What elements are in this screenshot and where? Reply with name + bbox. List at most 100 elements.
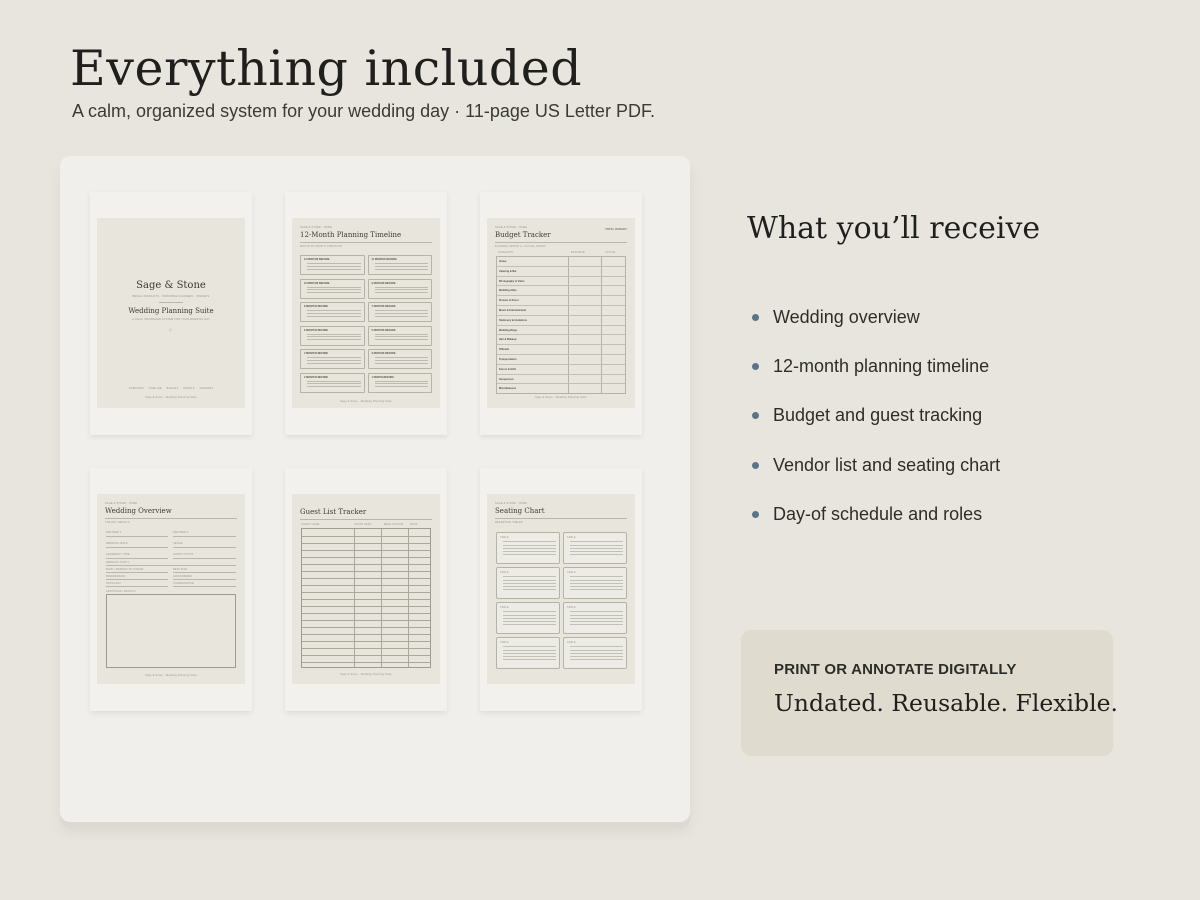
- budget-footer: Sage & Stone · Wedding Planning Suite: [535, 396, 587, 399]
- timeline-month-box: 9 MONTHS BEFORE: [367, 278, 432, 299]
- receive-list-item: 12-month planning timeline: [752, 342, 1000, 391]
- cover-description: A CALM, ORGANIZED SYSTEM FOR YOUR WEDDIN…: [132, 318, 210, 321]
- seating-table-label: TABLE: [567, 605, 576, 609]
- print-callout: PRINT OR ANNOTATE DIGITALLY Undated. Reu…: [741, 630, 1118, 756]
- guest-row-line: [302, 557, 430, 558]
- bullet-icon: [752, 510, 759, 518]
- receive-item-label: Day-of schedule and roles: [773, 503, 983, 524]
- leaf-icon: ◇: [169, 327, 173, 332]
- budget-row: Catering & Bar: [497, 267, 625, 277]
- receive-item-label: Vendor list and seating chart: [773, 454, 1001, 475]
- preview-guest-list-page: Guest List Tracker GUEST NAME INVITE SEN…: [285, 468, 447, 711]
- guest-list-sheet: Guest List Tracker GUEST NAME INVITE SEN…: [292, 494, 440, 684]
- timeline-month-label: 9 MONTHS BEFORE: [371, 281, 396, 285]
- guest-column-header: GUEST NAME: [301, 523, 320, 526]
- seating-grid: TABLE TABLE TABLE TABLE TABLE TABLE TABL…: [496, 532, 627, 669]
- overview-field-label: WEDDING DATE: [106, 542, 128, 545]
- timeline-sheet: SAGE & STONE · HOME 12-Month Planning Ti…: [292, 218, 440, 408]
- budget-row: Honeymoon: [497, 375, 625, 385]
- timeline-divider: [300, 242, 432, 243]
- receive-item-label: Wedding overview: [773, 307, 920, 328]
- seating-table-label: TABLE: [500, 535, 509, 539]
- budget-row: Hair & Makeup: [497, 335, 625, 346]
- budget-column-estimate: ESTIMATE: [571, 251, 585, 254]
- seating-table-box: TABLE: [563, 602, 627, 634]
- preview-overview-page: SAGE & STONE · HOME Wedding Overview THE…: [90, 468, 252, 711]
- timeline-footer: Sage & Stone · Wedding Planning Suite: [340, 400, 392, 403]
- budget-row: Music & Entertainment: [497, 306, 625, 316]
- guest-column-header: INVITE SENT: [354, 523, 372, 526]
- timeline-month-label: 3 MONTHS BEFORE: [371, 352, 396, 355]
- cover-tagline: BRIDAL PRODUCTS · PRINTABLE PLANNERS · P…: [132, 295, 210, 298]
- budget-row: Venue: [497, 257, 625, 267]
- timeline-month-box: 2 MONTHS BEFORE: [300, 372, 365, 393]
- timeline-month-label: 1 MONTH BEFORE: [371, 375, 394, 379]
- timeline-month-box: 3 MONTHS BEFORE: [367, 349, 432, 369]
- seating-table-box: TABLE: [496, 602, 560, 634]
- budget-row: Photography & Video: [497, 277, 625, 287]
- seating-table-label: TABLE: [567, 640, 576, 644]
- guest-row-line: [302, 592, 430, 593]
- cover-divider: [159, 302, 183, 303]
- overview-field-label: BEST MAN: [173, 568, 188, 571]
- overview-field-label: MAID / MATRON OF HONOR: [106, 568, 144, 571]
- overview-sheet: SAGE & STONE · HOME Wedding Overview THE…: [97, 494, 245, 684]
- preview-panel: Sage & Stone BRIDAL PRODUCTS · PRINTABLE…: [60, 156, 690, 822]
- seating-title: Seating Chart: [495, 507, 545, 515]
- cover-footer: Sage & Stone · Wedding Planning Suite: [145, 396, 197, 399]
- guest-list-table: [301, 528, 431, 668]
- overview-notes-label: ADDITIONAL DETAILS: [106, 590, 136, 593]
- overview-field-label: GUEST COUNT: [173, 553, 194, 556]
- overview-title: Wedding Overview: [105, 507, 172, 515]
- bullet-icon: [752, 412, 759, 420]
- receive-list: Wedding overview 12-month planning timel…: [752, 293, 1000, 539]
- budget-row: Wedding Rings: [497, 326, 625, 336]
- timeline-month-box: 1 MONTH BEFORE: [367, 372, 432, 393]
- timeline-month-box: 12 MONTHS BEFORE: [300, 255, 365, 275]
- overview-notes-box: [106, 594, 236, 668]
- bullet-icon: [752, 461, 759, 469]
- budget-row: Favors & Gifts: [497, 365, 625, 375]
- budget-subtitle: PLANNED SPEND vs. ACTUAL SPEND: [495, 245, 546, 248]
- guest-row-line: [302, 550, 430, 551]
- seating-table-box: TABLE: [563, 567, 627, 599]
- receive-list-item: Wedding overview: [752, 293, 1000, 342]
- guest-column-header: RSVP: [410, 523, 418, 526]
- seating-table-box: TABLE: [563, 532, 627, 564]
- preview-cover-page: Sage & Stone BRIDAL PRODUCTS · PRINTABLE…: [90, 192, 252, 435]
- bullet-icon: [752, 314, 759, 322]
- budget-column-actual: ACTUAL: [605, 251, 617, 254]
- timeline-subtitle: MONTH-BY-MONTH CHECKLIST: [300, 245, 343, 248]
- overview-divider: [105, 518, 237, 519]
- preview-seating-page: SAGE & STONE · HOME Seating Chart RECEPT…: [480, 468, 642, 711]
- timeline-grid: 12 MONTHS BEFORE 11 MONTHS BEFORE 10 MON…: [300, 255, 432, 393]
- timeline-month-box: 4 MONTHS BEFORE: [300, 349, 365, 369]
- receive-item-label: 12-month planning timeline: [773, 356, 990, 377]
- budget-row: Flowers & Decor: [497, 296, 625, 306]
- guest-row-line: [302, 662, 430, 663]
- guest-list-footer: Sage & Stone · Wedding Planning Suite: [340, 673, 392, 676]
- seating-table-label: TABLE: [500, 605, 509, 609]
- budget-column-category: CATEGORY: [498, 251, 514, 254]
- preview-timeline-page: SAGE & STONE · HOME 12-Month Planning Ti…: [285, 192, 447, 435]
- seating-table-box: TABLE: [496, 567, 560, 599]
- budget-total-label: TOTAL BUDGET: [605, 228, 627, 231]
- overview-field-label: PARTNER 2: [173, 531, 189, 534]
- budget-brand: SAGE & STONE · HOME: [495, 226, 528, 229]
- guest-row-line: [302, 655, 430, 656]
- guest-row-line: [302, 613, 430, 614]
- callout-text: Undated. Reusable. Flexible.: [774, 689, 1118, 717]
- budget-row: Officiant: [497, 345, 625, 355]
- receive-item-label: Budget and guest tracking: [773, 405, 983, 426]
- budget-sheet: SAGE & STONE · HOME TOTAL BUDGET Budget …: [487, 218, 635, 408]
- guest-list-divider: [300, 519, 432, 520]
- timeline-month-box: 8 MONTHS BEFORE: [300, 302, 365, 322]
- budget-table: Venue Catering & Bar Photography & Video…: [496, 256, 626, 394]
- seating-table-box: TABLE: [496, 637, 560, 669]
- budget-row: Stationery & Invitations: [497, 316, 625, 326]
- timeline-brand: SAGE & STONE · HOME: [300, 226, 333, 229]
- seating-subtitle: RECEPTION TABLES: [495, 521, 523, 524]
- page-subtitle: A calm, organized system for your weddin…: [72, 101, 655, 121]
- overview-brand: SAGE & STONE · HOME: [105, 502, 138, 505]
- timeline-title: 12-Month Planning Timeline: [300, 231, 402, 239]
